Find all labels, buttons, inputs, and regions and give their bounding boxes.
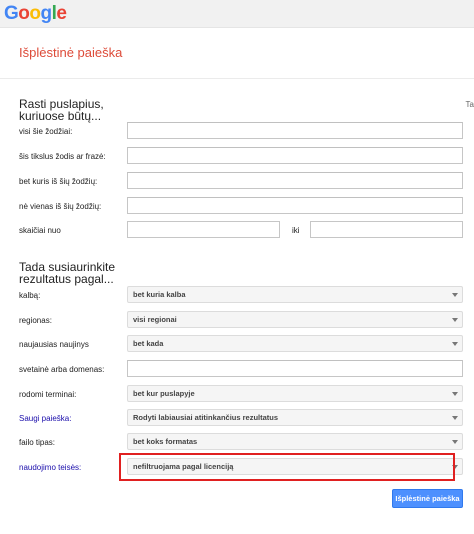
numbers-from-input[interactable] bbox=[127, 221, 280, 238]
language-select-value: bet kuria kalba bbox=[133, 290, 186, 299]
terms-appearing-select-value: bet kur puslapyje bbox=[133, 389, 195, 398]
chevron-down-icon bbox=[452, 318, 458, 322]
usage-rights-highlight bbox=[119, 453, 455, 481]
exact-phrase-label: šis tikslus žodis ar frazė: bbox=[19, 152, 106, 161]
last-update-label: naujausias naujinys bbox=[19, 340, 89, 349]
file-type-select[interactable]: bet koks formatas bbox=[127, 433, 463, 450]
chevron-down-icon bbox=[452, 342, 458, 346]
logo-letter: G bbox=[4, 3, 19, 24]
terms-appearing-select[interactable]: bet kur puslapyje bbox=[127, 385, 463, 402]
header-divider bbox=[0, 78, 474, 79]
numbers-to-input[interactable] bbox=[310, 221, 463, 238]
logo-letter: o bbox=[29, 3, 41, 24]
region-select[interactable]: visi regionai bbox=[127, 311, 463, 328]
chevron-down-icon bbox=[452, 416, 458, 420]
find-pages-heading: Rasti puslapius, kuriuose būtų... bbox=[19, 97, 104, 123]
safesearch-select[interactable]: Rodyti labiausiai atitinkančius rezultat… bbox=[127, 409, 463, 426]
usage-rights-link[interactable]: naudojimo teisės: bbox=[19, 463, 81, 472]
any-words-input[interactable] bbox=[127, 172, 463, 189]
narrow-results-heading: Tada susiaurinkite rezultatus pagal... bbox=[19, 260, 116, 286]
language-select[interactable]: bet kuria kalba bbox=[127, 286, 463, 303]
none-words-input[interactable] bbox=[127, 197, 463, 214]
logo-letter: e bbox=[56, 3, 67, 24]
file-type-label: failo tipas: bbox=[19, 438, 56, 447]
exact-phrase-input[interactable] bbox=[127, 147, 463, 164]
right-edge-clipped-text: Ta bbox=[465, 100, 474, 109]
region-label: regionas: bbox=[19, 316, 52, 325]
site-domain-input[interactable] bbox=[127, 360, 463, 377]
last-update-select-value: bet kada bbox=[133, 339, 164, 348]
region-select-value: visi regionai bbox=[133, 315, 177, 324]
numbers-to-label: iki bbox=[292, 226, 300, 235]
none-words-label: nė vienas iš šių žodžių: bbox=[19, 202, 102, 211]
file-type-select-value: bet koks formatas bbox=[133, 437, 198, 446]
google-logo[interactable]: Google bbox=[4, 3, 67, 25]
language-label: kalbą: bbox=[19, 291, 41, 300]
chevron-down-icon bbox=[452, 392, 458, 396]
all-words-input[interactable] bbox=[127, 122, 463, 139]
advanced-search-button[interactable]: Išplėstinė paieška bbox=[392, 489, 463, 508]
last-update-select[interactable]: bet kada bbox=[127, 335, 463, 352]
safesearch-select-value: Rodyti labiausiai atitinkančius rezultat… bbox=[133, 413, 279, 422]
logo-letter: g bbox=[40, 3, 53, 24]
all-words-label: visi šie žodžiai: bbox=[19, 127, 73, 136]
chevron-down-icon bbox=[452, 440, 458, 444]
logo-letter: o bbox=[18, 3, 30, 24]
numbers-from-label: skaičiai nuo bbox=[19, 226, 61, 235]
site-domain-label: svetainė arba domenas: bbox=[19, 365, 105, 374]
terms-appearing-label: rodomi terminai: bbox=[19, 390, 77, 399]
page-title: Išplėstinė paieška bbox=[19, 45, 123, 60]
chevron-down-icon bbox=[452, 293, 458, 297]
top-bar: Google bbox=[0, 0, 474, 28]
safesearch-link[interactable]: Saugi paieška: bbox=[19, 414, 71, 423]
any-words-label: bet kuris iš šių žodžių: bbox=[19, 177, 98, 186]
